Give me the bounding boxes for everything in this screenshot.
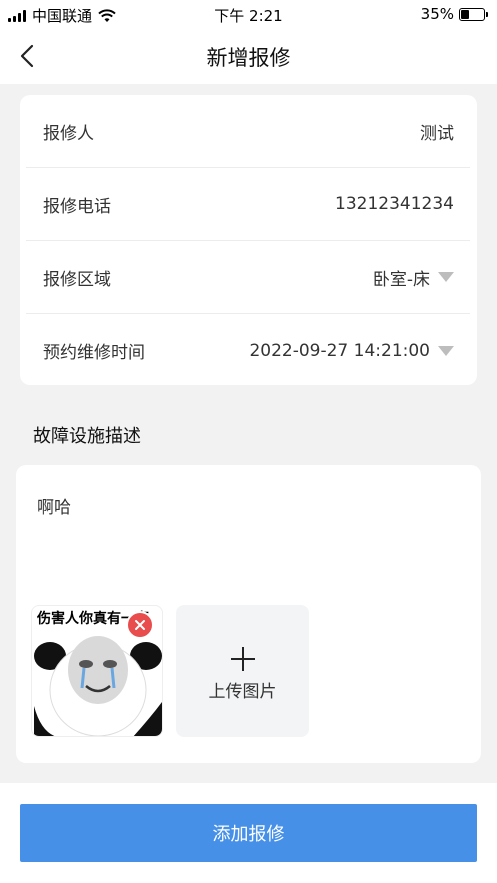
status-bar: 中国联通 下午 2:21 35% (0, 0, 497, 28)
appointment-row[interactable]: 预约维修时间 2022-09-27 14:21:00 (26, 314, 470, 387)
phone-label: 报修电话 (43, 196, 111, 217)
description-card: 啊哈 伤害人你真有一套 上传图片 (16, 465, 481, 763)
upload-label: 上传图片 (208, 682, 277, 702)
submit-button[interactable]: 添加报修 (20, 804, 477, 862)
plus-icon (231, 647, 255, 671)
caret-down-icon (438, 272, 454, 282)
area-select[interactable]: 卧室-床 (373, 265, 454, 290)
area-value: 卧室-床 (372, 269, 430, 290)
nav-bar: 新增报修 (0, 28, 497, 84)
page-title: 新增报修 (206, 46, 291, 70)
battery-fill (461, 9, 469, 19)
upload-image-button[interactable]: 上传图片 (176, 605, 309, 737)
appointment-value: 2022-09-27 14:21:00 (249, 340, 430, 361)
battery-percent: 35% (420, 5, 454, 23)
caret-down-icon (438, 345, 454, 356)
phone-row: 报修电话 13212341234 (26, 168, 470, 241)
close-icon (135, 620, 145, 630)
area-label: 报修区域 (43, 269, 111, 290)
reporter-value: 测试 (420, 123, 454, 144)
description-text[interactable]: 啊哈 (37, 493, 71, 518)
phone-value: 13212341234 (335, 194, 454, 214)
section-title: 故障设施描述 (33, 426, 141, 447)
reporter-label: 报修人 (43, 123, 94, 144)
info-card: 报修人 测试 报修电话 13212341234 报修区域 卧室-床 预约维修时间… (20, 95, 477, 385)
status-right: 35% (420, 5, 488, 23)
remove-image-button[interactable] (126, 611, 154, 639)
appointment-picker[interactable]: 2022-09-27 14:21:00 (249, 341, 454, 361)
reporter-row: 报修人 测试 (26, 95, 470, 168)
area-row[interactable]: 报修区域 卧室-床 (26, 241, 470, 314)
appointment-label: 预约维修时间 (43, 343, 145, 363)
battery-icon (459, 7, 488, 21)
